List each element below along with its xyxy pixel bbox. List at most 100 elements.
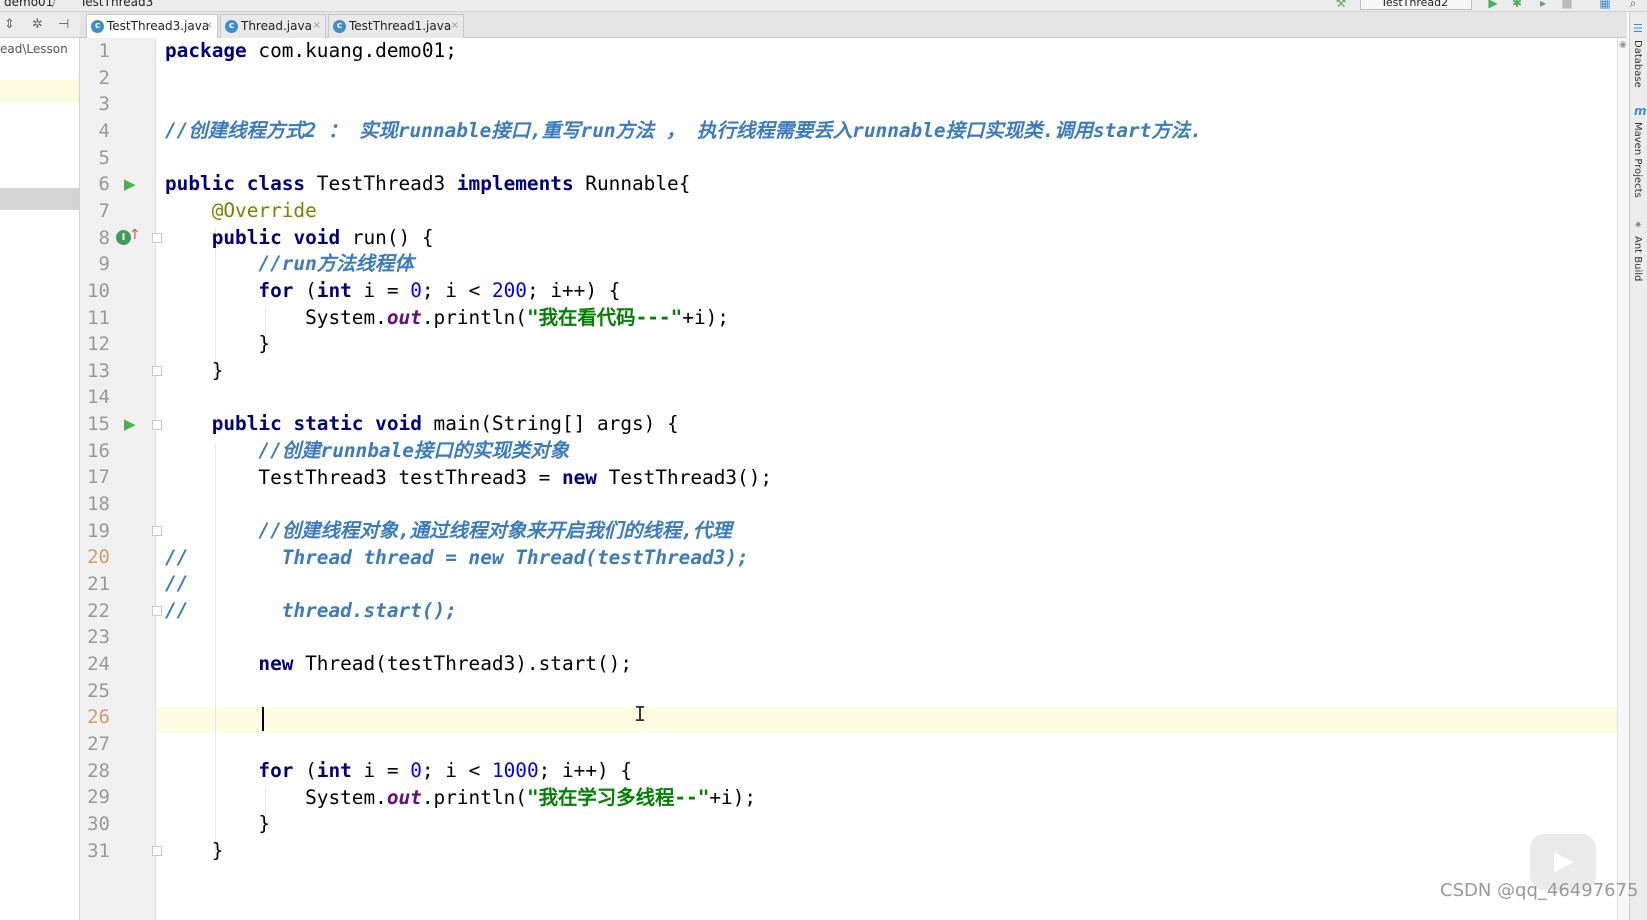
tab-label: TestThread3.java (107, 19, 210, 33)
hide-icon[interactable]: ⊣ (58, 17, 69, 32)
keyword: void (375, 412, 422, 435)
code-line-1: package com.kuang.demo01; (165, 38, 457, 64)
code-text: ( (293, 279, 317, 302)
code-text: i = (351, 759, 411, 782)
code-line-29: System.out.println("我在学习多线程--"+i); (165, 785, 756, 811)
number: 0 (410, 759, 422, 782)
code-line-21: // (165, 571, 188, 597)
error-stripe[interactable]: ◉ (1617, 38, 1629, 920)
java-class-icon: c (225, 20, 238, 33)
line-number: 29 (87, 786, 110, 809)
line-number: 23 (87, 626, 110, 649)
keyword: int (316, 759, 352, 782)
run-icon[interactable]: ▶ (1486, 0, 1500, 9)
code-line-24: new Thread(testThread3).start(); (165, 651, 632, 677)
close-icon[interactable]: × (451, 15, 459, 37)
code-text: ; i++) { (526, 279, 621, 302)
code-line-17: TestThread3 testThread3 = new TestThread… (165, 465, 772, 491)
code-line-30: } (165, 811, 270, 837)
line-number: 21 (87, 573, 110, 595)
line-number: 16 (87, 439, 110, 462)
settings-icon[interactable]: ✲ (32, 17, 43, 32)
keyword: new (258, 652, 294, 675)
project-structure-icon[interactable]: ▦ (1598, 0, 1612, 9)
fold-marker[interactable] (152, 366, 162, 376)
project-toolbar: ⇕ ✲ ⊣ (0, 12, 80, 38)
project-tree-path[interactable]: ead\Lesson (0, 42, 68, 56)
run-config-select[interactable]: TestThread2 (1360, 0, 1472, 10)
tab-testthread1[interactable]: c TestThread1.java × (328, 14, 464, 38)
database-icon: ☰ (1633, 22, 1643, 35)
close-icon[interactable]: × (313, 15, 321, 37)
line-number: 6 (98, 173, 110, 196)
run-config-label: TestThread2 (1381, 0, 1449, 9)
project-panel: ⇕ ✲ ⊣ ead\Lesson (0, 12, 80, 920)
line-number: 14 (87, 386, 110, 409)
play-icon: ▶ (1554, 846, 1574, 876)
line-number: 4 (98, 119, 110, 142)
code-text: System. (305, 306, 387, 329)
fold-marker[interactable] (152, 846, 162, 856)
line-number: 3 (98, 93, 110, 116)
close-icon[interactable]: × (205, 15, 213, 37)
line-number: 19 (87, 519, 110, 542)
line-number: 26 (87, 706, 110, 729)
number: 1000 (491, 759, 539, 782)
fold-marker[interactable] (152, 420, 162, 430)
navigation-bar: demo01 / TestThread3 ⚒ TestThread2 ▶ ✱ ▸… (0, 0, 1647, 12)
tab-thread[interactable]: c Thread.java × (220, 14, 326, 38)
mouse-ibeam-cursor: I (634, 702, 647, 726)
stop-icon[interactable]: ■ (1560, 0, 1574, 9)
code-text: Runnable{ (573, 172, 691, 195)
ant-build-tool-button[interactable]: Ant Build (1632, 236, 1643, 281)
project-tree-row-selected[interactable] (0, 188, 79, 210)
code-text: } (258, 812, 271, 835)
line-number: 10 (87, 279, 110, 302)
run-main-icon[interactable]: ▶ (124, 416, 136, 432)
tab-label: TestThread1.java (349, 19, 452, 33)
code-editor[interactable]: ▶ I ↑ ▶ 1 2 3 4 5 6 7 8 9 10 11 12 13 14 15 16 17 18 19 20 2… (80, 38, 1617, 920)
code-text: TestThread3 (305, 172, 457, 195)
code-line-7: @Override (165, 198, 317, 224)
maven-projects-tool-button[interactable]: Maven Projects (1632, 122, 1643, 198)
collapse-all-icon[interactable]: ⇕ (4, 17, 15, 32)
coverage-icon[interactable]: ▸ (1536, 0, 1550, 9)
build-icon[interactable]: ⚒ (1334, 0, 1348, 9)
database-tool-button[interactable]: Database (1632, 40, 1643, 88)
field: out (386, 786, 422, 809)
line-number: 11 (87, 306, 110, 329)
string-literal: "我在学习多线程--" (526, 786, 710, 809)
line-number: 12 (87, 333, 110, 356)
keyword: public (211, 226, 282, 249)
line-number: 22 (87, 599, 110, 622)
code-line-31: } (165, 838, 224, 864)
line-number: 28 (87, 759, 110, 782)
project-tree-row-highlight[interactable] (0, 80, 79, 102)
code-text: main(String[] args) { (421, 412, 679, 435)
code-text: TestThread3 testThread3 = (258, 466, 562, 489)
comment: thread.start(); (281, 599, 457, 622)
code-line-4: //创建线程方式2 ： 实现runnable接口,重写run方法 ， 执行线程需… (165, 118, 1202, 144)
comment: //创建线程对象,通过线程对象来开启我们的线程,代理 (258, 519, 732, 542)
code-line-16: //创建runnbale接口的实现类对象 (165, 438, 569, 464)
tab-testthread3[interactable]: c TestThread3.java × (86, 14, 218, 39)
maven-icon: m (1634, 104, 1647, 118)
line-number: 25 (87, 679, 110, 702)
line-number: 8 (98, 226, 110, 249)
code-text: +i); (682, 306, 729, 329)
breadcrumb-file[interactable]: TestThread3 (80, 0, 153, 9)
run-class-icon[interactable]: ▶ (124, 176, 136, 192)
inspection-status-icon[interactable]: ◉ (1619, 40, 1627, 50)
debug-icon[interactable]: ✱ (1510, 0, 1524, 9)
java-class-icon: c (333, 20, 346, 33)
keyword: public (165, 172, 236, 195)
line-number: 7 (98, 199, 110, 222)
fold-marker[interactable] (152, 526, 162, 536)
fold-marker[interactable] (152, 233, 162, 243)
keyword: new (561, 466, 597, 489)
search-icon[interactable]: ⌕ (1626, 0, 1640, 9)
fold-marker[interactable] (152, 606, 162, 616)
code-line-9: //run方法线程体 (165, 251, 413, 277)
breadcrumb-project[interactable]: demo01 (4, 0, 53, 9)
code-text: TestThread3(); (596, 466, 773, 489)
